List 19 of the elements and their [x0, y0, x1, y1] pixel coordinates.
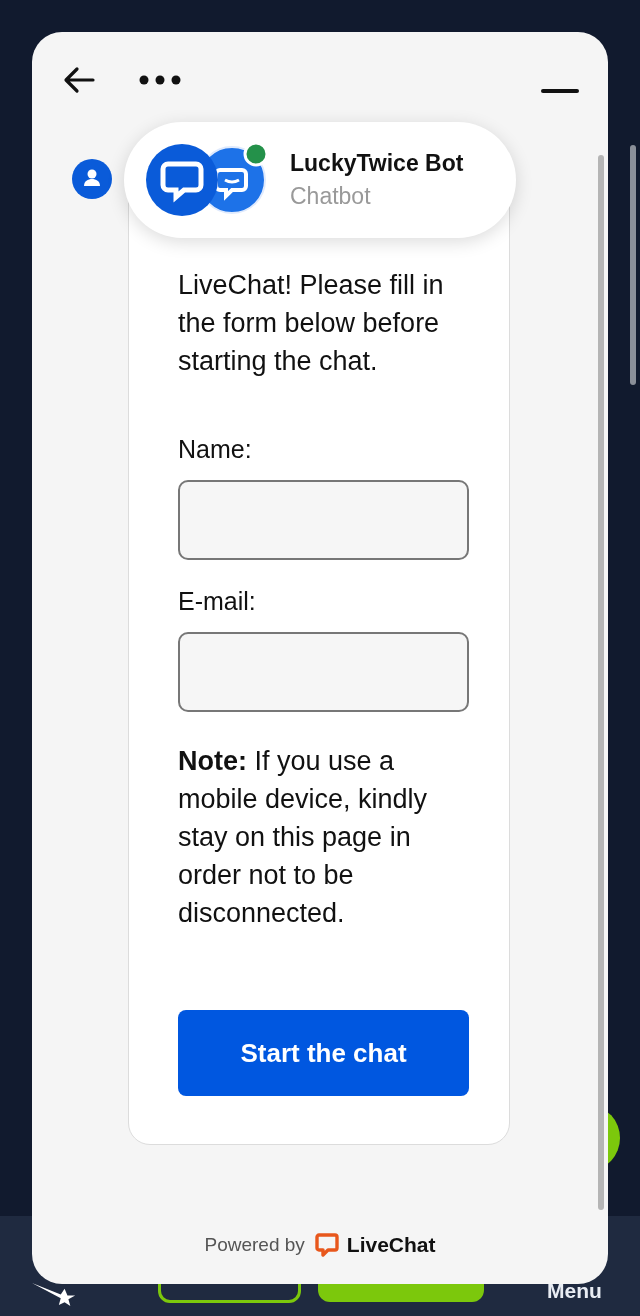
- scrollbar[interactable]: [630, 145, 636, 385]
- powered-by-text: Powered by: [204, 1234, 305, 1256]
- chat-bubble-icon: [314, 1233, 339, 1257]
- note-text: Note: If you use a mobile device, kindly stay on this page in order not to be disconnected.: [178, 745, 429, 930]
- input-field[interactable]: [178, 632, 469, 712]
- field-label: Name:: [178, 434, 253, 464]
- user-avatar-icon: [72, 159, 112, 199]
- agent-role: Chatbot: [290, 183, 372, 210]
- message-text: LiveChat! Please fill in the form below before starting the chat.: [178, 269, 445, 378]
- start-chat-button[interactable]: Start the chat: [178, 1010, 469, 1096]
- input-field[interactable]: [178, 480, 469, 560]
- field-label: E-mail:: [178, 586, 257, 616]
- more-icon[interactable]: [139, 75, 181, 85]
- scrollbar[interactable]: [598, 155, 604, 1210]
- brand-name[interactable]: LiveChat: [346, 1233, 436, 1257]
- agent-name: LuckyTwice Bot: [290, 150, 464, 177]
- shooting-star-icon: [32, 1281, 78, 1306]
- back-icon[interactable]: [63, 66, 95, 94]
- minimize-icon[interactable]: [541, 89, 579, 93]
